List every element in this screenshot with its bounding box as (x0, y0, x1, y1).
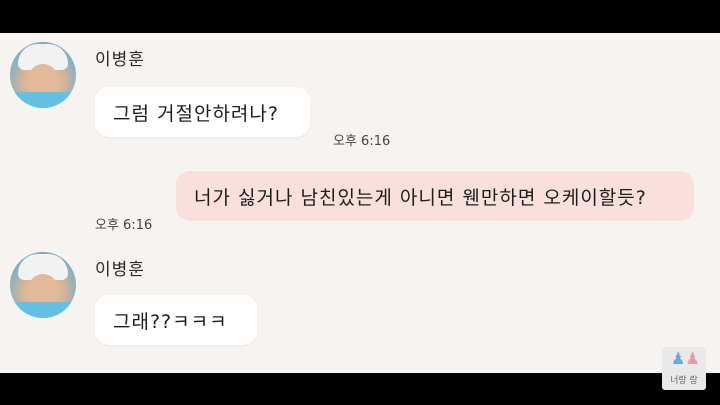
avatar[interactable] (10, 42, 76, 108)
message-time: 오후 6:16 (333, 134, 391, 149)
chat-area[interactable]: 이병훈 그럼 거절안하려나? 오후 6:16 너가 싫거나 남친있는게 아니면 … (0, 33, 720, 373)
watermark-text: 너랑 랑 (670, 376, 698, 386)
message-bubble-incoming[interactable]: 그래??ㅋㅋㅋ (95, 295, 257, 345)
message-bubble-outgoing[interactable]: 너가 싫거나 남친있는게 아니면 웬만하면 오케이할듯? (176, 171, 694, 221)
watermark-logo: ♟♟ 너랑 랑 (662, 347, 706, 390)
sender-name: 이병훈 (95, 260, 145, 280)
sender-name: 이병훈 (95, 50, 145, 70)
message-time: 오후 6:16 (95, 218, 153, 233)
people-icon: ♟♟ (671, 349, 700, 368)
message-bubble-incoming[interactable]: 그럼 거절안하려나? (95, 87, 310, 137)
avatar[interactable] (10, 252, 76, 318)
